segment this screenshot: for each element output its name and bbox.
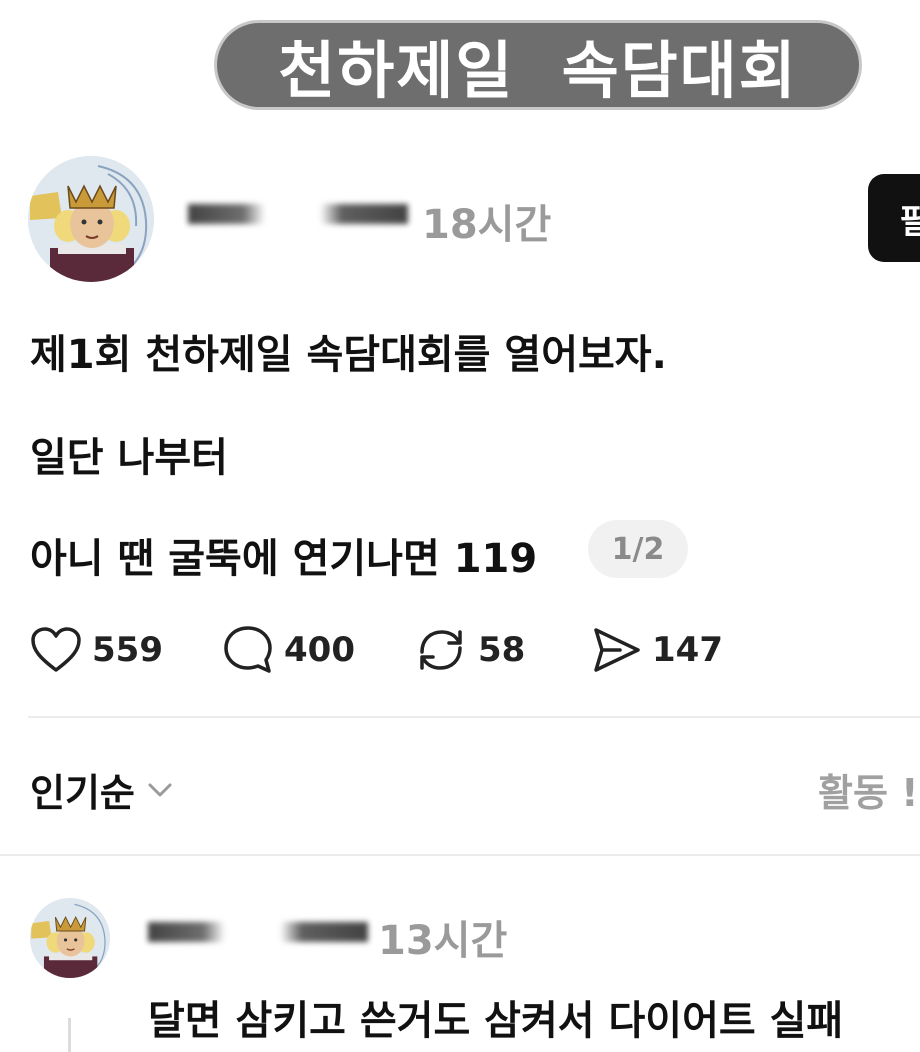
chevron-down-icon xyxy=(148,783,172,796)
page-indicator[interactable]: 1/2 xyxy=(588,520,688,578)
post-text-line: 일단 나부터 xyxy=(30,435,228,481)
comment-author-name-redacted xyxy=(148,922,368,942)
share-button[interactable]: 147 xyxy=(590,622,723,678)
heart-icon xyxy=(31,627,81,672)
post-text-line: 제1회 천하제일 속담대회를 열어보자. xyxy=(30,332,667,378)
post-text-line: 아니 땐 굴뚝에 연기나면 119 xyxy=(30,536,538,582)
comment-count: 400 xyxy=(284,630,355,670)
comment-timestamp: 13시간 xyxy=(378,918,508,964)
like-button[interactable]: 559 xyxy=(30,622,163,678)
sort-dropdown[interactable]: 인기순 xyxy=(30,762,173,817)
like-count: 559 xyxy=(92,630,163,670)
thread-line xyxy=(68,1018,71,1052)
king-avatar-icon xyxy=(28,156,154,282)
comment-author-avatar[interactable] xyxy=(30,898,110,978)
repost-button[interactable]: 58 xyxy=(414,622,525,678)
follow-button[interactable]: 팔 xyxy=(868,174,920,262)
divider xyxy=(28,716,920,718)
post-timestamp: 18시간 xyxy=(422,202,552,248)
repost-count: 58 xyxy=(478,630,526,670)
activity-view-link[interactable]: 활동 ! xyxy=(818,762,918,817)
page-indicator-label: 1/2 xyxy=(611,531,665,567)
comment-button[interactable]: 400 xyxy=(222,622,355,678)
sort-label: 인기순 xyxy=(30,771,135,815)
comment-text: 달면 삼키고 쓴거도 삼켜서 다이어트 실패 xyxy=(148,998,844,1044)
share-count: 147 xyxy=(652,630,723,670)
follow-button-label: 팔 xyxy=(900,201,920,242)
speech-bubble-icon xyxy=(224,626,272,673)
king-avatar-icon xyxy=(30,898,110,978)
post-author-avatar[interactable] xyxy=(28,156,154,282)
repost-arrows-icon xyxy=(420,630,462,670)
divider xyxy=(0,854,920,856)
post-author-name-redacted xyxy=(188,204,408,224)
banner-title: 천하제일 속담대회 xyxy=(278,34,798,107)
banner: 천하제일 속담대회 xyxy=(214,20,862,110)
send-icon xyxy=(594,628,640,672)
